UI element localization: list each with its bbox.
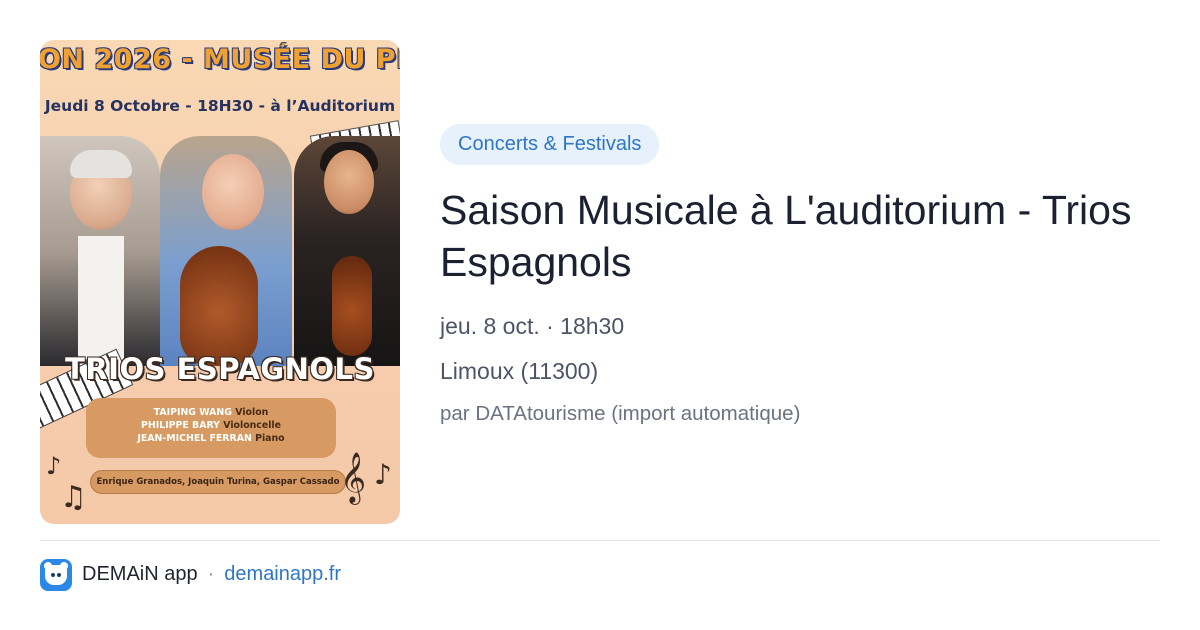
- footer-separator: ·: [207, 563, 215, 585]
- music-notes-icon: ♫: [60, 480, 87, 515]
- event-location: Limoux (11300): [440, 358, 599, 384]
- footer: DEMAiN app · demainapp.fr: [40, 558, 341, 591]
- poster-title: TRIOS ESPAGNOLS: [65, 352, 375, 386]
- event-source: par DATAtourisme (import automatique): [440, 402, 801, 425]
- music-note-icon: ♪: [374, 458, 392, 491]
- performer-line: PHILIPPE BARY Violoncelle: [140, 420, 282, 431]
- poster-composers: Enrique Granados, Joaquin Turina, Gaspar…: [90, 470, 346, 494]
- poster-header-text: SON 2026 - MUSÉE DU PIA: [40, 44, 400, 75]
- category-badge[interactable]: Concerts & Festivals: [440, 124, 660, 165]
- demain-app-icon: [40, 558, 72, 591]
- event-title[interactable]: Saison Musicale à L'auditorium - Trios E…: [440, 184, 1160, 288]
- app-domain-link[interactable]: demainapp.fr: [224, 563, 341, 586]
- music-note-icon: ♪: [46, 452, 62, 480]
- poster-performers-box: TAIPING WANG Violon PHILIPPE BARY Violon…: [86, 398, 336, 458]
- performer-line: TAIPING WANG Violon: [153, 407, 269, 418]
- event-poster-image[interactable]: SON 2026 - MUSÉE DU PIA Jeudi 8 Octobre …: [40, 40, 400, 524]
- performer-photo-violinist: [294, 136, 400, 366]
- performer-line: JEAN-MICHEL FERRAN Piano: [137, 433, 285, 444]
- app-name: DEMAiN app: [82, 563, 198, 585]
- poster-date-line: Jeudi 8 Octobre - 18H30 - à l’Auditorium: [44, 97, 396, 115]
- footer-divider: [40, 540, 1160, 541]
- event-datetime: jeu. 8 oct. · 18h30: [440, 313, 625, 339]
- treble-clef-icon: 𝄞: [340, 452, 367, 503]
- performer-photo-cellist: [160, 136, 292, 366]
- performer-photo-pianist: [40, 136, 160, 366]
